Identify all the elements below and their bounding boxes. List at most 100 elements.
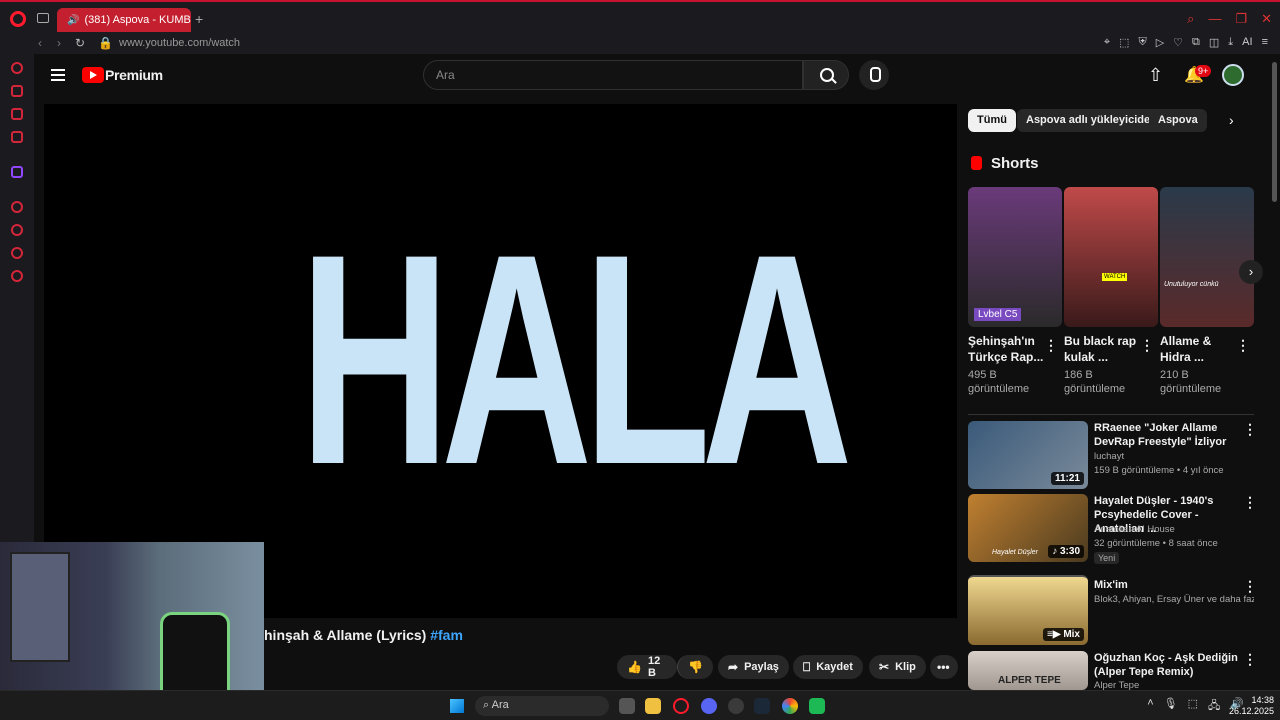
shorts-next-button[interactable]: › xyxy=(1239,260,1263,284)
youtube-logo-icon[interactable] xyxy=(82,67,104,83)
reload-icon[interactable]: ↻ xyxy=(75,36,85,50)
steam-icon[interactable] xyxy=(754,698,770,714)
chevron-up-icon[interactable]: ˄ xyxy=(1147,697,1153,716)
search-input[interactable]: Ara xyxy=(423,60,803,90)
close-icon[interactable]: ✕ xyxy=(1261,11,1272,27)
app-tray-icon[interactable]: ⬚ xyxy=(1188,697,1198,716)
video-title-link[interactable]: Mix'im xyxy=(1094,578,1244,592)
save-button[interactable]: ⎕ Kaydet xyxy=(793,655,863,679)
pin-icon[interactable]: ⌖ xyxy=(1104,36,1110,49)
clip-button[interactable]: ✂ Klip xyxy=(869,655,926,679)
windows-start-icon[interactable] xyxy=(450,699,464,713)
twitch-icon[interactable] xyxy=(11,166,23,178)
back-icon[interactable]: ‹ xyxy=(38,36,42,50)
page-scrollbar[interactable] xyxy=(1270,54,1280,690)
lock-icon[interactable]: 🔒 xyxy=(98,36,113,50)
video-meta: 159 B görüntüleme • 4 yıl önce xyxy=(1094,465,1224,476)
shield-icon[interactable]: ⛨ xyxy=(1138,36,1146,49)
more-vertical-icon[interactable]: ⋮ xyxy=(1243,651,1257,668)
more-vertical-icon[interactable]: ⋮ xyxy=(1243,494,1257,511)
more-vertical-icon[interactable]: ⋮ xyxy=(1243,421,1257,438)
settings-icon[interactable] xyxy=(11,270,23,282)
taskbar-clock[interactable]: 14:38 26.12.2025 xyxy=(1229,695,1274,717)
search-tabs-icon[interactable]: ⌕ xyxy=(1187,11,1194,27)
menu-icon[interactable]: ≡ xyxy=(1262,36,1268,49)
play-icon[interactable]: ▷ xyxy=(1156,36,1164,49)
more-vertical-icon[interactable]: ⋮ xyxy=(1140,337,1154,354)
video-thumbnail[interactable]: Hayalet Düşler ♪ 3:30 xyxy=(968,494,1088,562)
camera-icon[interactable]: ◫ xyxy=(1209,36,1219,49)
ai-button[interactable]: AI xyxy=(1242,36,1252,49)
chip-from-uploader[interactable]: Aspova adlı yükleyiciden xyxy=(1017,109,1166,132)
video-title-text: hinşah & Allame (Lyrics) xyxy=(264,627,427,643)
more-vertical-icon[interactable]: ⋮ xyxy=(1236,337,1250,354)
network-icon[interactable]: 🖧 xyxy=(1208,697,1220,716)
channel-name[interactable]: Anatolian AI House xyxy=(1094,523,1254,537)
screenshot-icon[interactable]: ⬚ xyxy=(1119,36,1129,49)
chat-icon[interactable] xyxy=(11,108,23,120)
history-icon[interactable] xyxy=(11,224,23,236)
search-button[interactable] xyxy=(803,60,849,90)
more-actions-button[interactable]: ••• xyxy=(930,655,958,679)
dislike-button[interactable]: 👎 xyxy=(677,655,713,679)
mix-badge: ≡▶ Mix xyxy=(1043,628,1084,641)
chrome-icon[interactable] xyxy=(782,698,798,714)
task-view-icon[interactable] xyxy=(619,698,635,714)
avatar[interactable] xyxy=(1222,64,1244,86)
bookmarks-icon[interactable] xyxy=(11,247,23,259)
short-thumbnail[interactable]: WATCH xyxy=(1064,187,1158,327)
chip-all[interactable]: Tümü xyxy=(968,109,1016,132)
like-button[interactable]: 👍 12 B xyxy=(617,655,677,679)
new-tab-button[interactable]: + xyxy=(195,11,203,27)
bag-icon[interactable] xyxy=(11,85,23,97)
maximize-icon[interactable]: ❐ xyxy=(1235,11,1247,27)
video-title-link[interactable]: RRaenee "Joker Allame DevRap Freestyle" … xyxy=(1094,421,1244,449)
shorts-icon xyxy=(971,156,982,170)
share-button[interactable]: ➦ Paylaş xyxy=(718,655,789,679)
minimize-icon[interactable]: — xyxy=(1208,11,1221,27)
webcam-shelf xyxy=(10,552,70,662)
forward-icon[interactable]: › xyxy=(57,36,61,50)
short-title[interactable]: Bu black rap kulak ... xyxy=(1064,333,1144,365)
voice-search-button[interactable] xyxy=(859,60,889,90)
windows-taskbar: ⌕ Ara ˄ 🎙 ⬚ 🖧 🔊 14:38 26.12.2025 xyxy=(0,690,1280,720)
video-thumbnail[interactable]: ALPER TEPE xyxy=(968,651,1088,690)
scrollbar-thumb[interactable] xyxy=(1272,62,1277,202)
upload-icon[interactable]: ⇧ xyxy=(1148,65,1163,86)
url-field[interactable]: www.youtube.com/watch xyxy=(119,37,240,49)
youtube-premium-label[interactable]: Premium xyxy=(105,67,163,83)
heart-icon[interactable]: ♡ xyxy=(1173,36,1183,49)
more-vertical-icon[interactable]: ⋮ xyxy=(1243,578,1257,595)
short-thumbnail[interactable]: Lvbel C5 xyxy=(968,187,1062,327)
app-icon-green[interactable] xyxy=(809,698,825,714)
short-thumbnail[interactable]: Unutuluyor cünkü xyxy=(1160,187,1254,327)
file-explorer-icon[interactable] xyxy=(645,698,661,714)
hamburger-menu-icon[interactable] xyxy=(51,69,65,81)
mic-icon[interactable]: 🎙 xyxy=(1164,697,1178,716)
app-icon[interactable] xyxy=(728,698,744,714)
short-title[interactable]: Şehinşah'ın Türkçe Rap... xyxy=(968,333,1048,365)
active-tab[interactable]: 🔊 (381) Aspova - KUMBA xyxy=(57,8,191,32)
taskbar-search[interactable]: ⌕ Ara xyxy=(475,696,609,716)
messenger-icon[interactable] xyxy=(11,131,23,143)
opera-logo-icon[interactable] xyxy=(10,11,26,27)
video-player[interactable]: HALA xyxy=(44,104,957,618)
discord-icon[interactable] xyxy=(701,698,717,714)
video-duration-text: 3:30 xyxy=(1059,546,1080,557)
video-hashtag-link[interactable]: #fam xyxy=(430,627,463,643)
player-icon[interactable] xyxy=(11,201,23,213)
more-vertical-icon[interactable]: ⋮ xyxy=(1044,337,1058,354)
channel-name[interactable]: luchayt xyxy=(1094,450,1254,464)
short-title[interactable]: Allame & Hidra ... xyxy=(1160,333,1240,365)
download-icon[interactable]: ⤓ xyxy=(1228,36,1233,49)
video-title-link[interactable]: Oğuzhan Koç - Aşk Dediğin (Alper Tepe Re… xyxy=(1094,651,1244,679)
video-thumbnail[interactable]: 11:21 xyxy=(968,421,1088,489)
puzzle-icon[interactable]: ⧉ xyxy=(1192,36,1200,49)
chip-aspova[interactable]: Aspova xyxy=(1149,109,1207,132)
aria-icon[interactable] xyxy=(11,62,23,74)
opera-taskbar-icon[interactable] xyxy=(673,698,689,714)
chevron-right-icon[interactable]: › xyxy=(1229,112,1234,128)
share-label: Paylaş xyxy=(744,661,779,673)
mix-thumbnail[interactable]: ≡▶ Mix xyxy=(968,575,1088,645)
tab-menu-icon[interactable] xyxy=(37,13,49,23)
